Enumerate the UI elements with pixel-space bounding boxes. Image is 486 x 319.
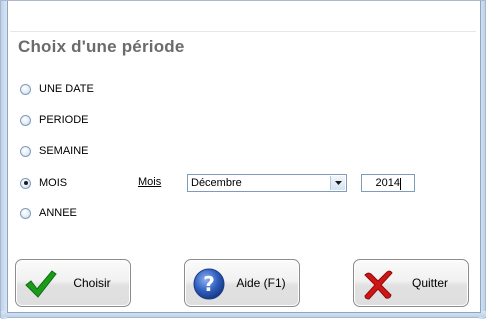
radio-annee[interactable]: ANNEE [20, 205, 77, 221]
radio-label: UNE DATE [39, 83, 94, 95]
radio-semaine[interactable]: SEMAINE [20, 143, 89, 159]
radio-periode[interactable]: PERIODE [20, 112, 89, 128]
chevron-down-icon [334, 181, 342, 185]
radio-label: PERIODE [39, 114, 89, 126]
choose-button[interactable]: Choisir [15, 259, 131, 307]
year-input[interactable]: 2014 [361, 174, 415, 192]
month-label: Mois [138, 176, 161, 188]
month-label-text: Mois [138, 176, 162, 188]
text-caret [400, 178, 401, 190]
dialog-window: Choix d'une période UNE DATE PERIODE SEM… [0, 0, 486, 319]
help-icon: ? [193, 268, 225, 300]
title-divider [10, 31, 476, 32]
month-dropdown-value: Décembre [191, 177, 242, 189]
quit-button[interactable]: Quitter [353, 259, 469, 307]
radio-mois[interactable]: MOIS [20, 175, 67, 191]
radio-button-selected[interactable] [20, 177, 31, 189]
dialog-content: Choix d'une période UNE DATE PERIODE SEM… [7, 1, 481, 313]
help-button-label: Aide (F1) [236, 276, 286, 290]
dialog-title: Choix d'une période [18, 37, 185, 56]
month-dropdown[interactable]: Décembre [187, 174, 347, 192]
radio-button[interactable] [20, 145, 31, 157]
choose-button-label: Choisir [73, 276, 111, 290]
help-button[interactable]: ? Aide (F1) [184, 259, 300, 307]
year-input-value: 2014 [375, 177, 400, 189]
cross-icon [364, 270, 393, 300]
radio-label: ANNEE [39, 207, 77, 219]
check-icon [25, 270, 57, 298]
radio-une-date[interactable]: UNE DATE [20, 81, 94, 97]
radio-label: SEMAINE [39, 145, 89, 157]
dropdown-button[interactable] [330, 176, 345, 190]
svg-text:?: ? [203, 272, 215, 296]
radio-button[interactable] [20, 114, 31, 126]
quit-button-label: Quitter [411, 276, 448, 290]
radio-label: MOIS [39, 177, 68, 189]
radio-button[interactable] [20, 207, 31, 219]
radio-button[interactable] [20, 83, 31, 95]
